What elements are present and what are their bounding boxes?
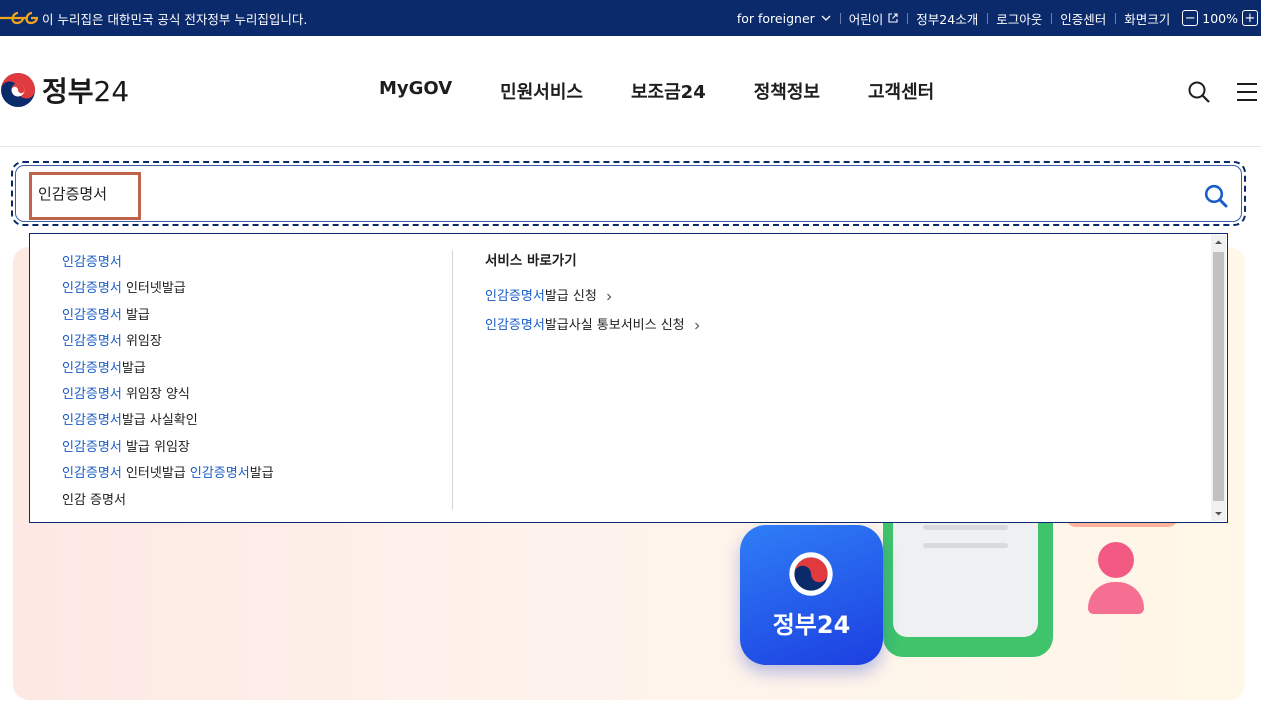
suggestion-item[interactable]: 인감증명서 위임장 양식 (62, 382, 274, 408)
suggestion-item[interactable]: 인감증명서 발급 (62, 303, 274, 329)
main-navigation: MyGOV 민원서비스 보조금24 정책정보 고객센터 (355, 78, 958, 104)
logo-text-korean: 정부 (42, 75, 94, 108)
gov-notice: 이 누리집은 대한민국 공식 전자정부 누리집입니다. (0, 0, 307, 36)
nav-policy-info[interactable]: 정책정보 (730, 78, 844, 104)
nav-mygov[interactable]: MyGOV (355, 78, 476, 104)
app-icon-label: 정부24 (772, 611, 851, 639)
zoom-out-button[interactable]: − (1182, 10, 1199, 26)
scroll-thumb[interactable] (1213, 252, 1224, 501)
external-link-icon (888, 13, 898, 23)
suggestion-rest: 발급 (121, 307, 150, 323)
suggestion-list: 인감증명서 인감증명서 인터넷발급 인감증명서 발급 인감증명서 위임장 인감증… (62, 250, 274, 514)
shortcut-item[interactable]: 인감증명서 발급 신청 (485, 282, 701, 311)
suggestion-keyword: 인감증명서 (62, 307, 122, 323)
suggestion-rest: 인감 증명서 (62, 492, 126, 508)
for-foreigner-label: for foreigner (736, 10, 815, 26)
shortcut-rest: 발급 신청 (544, 289, 597, 304)
scroll-up-arrow-icon[interactable] (1211, 235, 1226, 250)
suggestion-item[interactable]: 인감증명서 위임장 (62, 329, 274, 355)
search-box (15, 165, 1242, 222)
suggestion-rest: 위임장 (121, 334, 162, 350)
hamburger-menu-icon[interactable] (1236, 81, 1258, 103)
about-link[interactable]: 정부24소개 (907, 9, 987, 28)
nav-civil-service[interactable]: 민원서비스 (476, 78, 607, 104)
kids-link[interactable]: 어린이 (839, 9, 908, 28)
gov24-app-icon: 정부24 (740, 525, 883, 665)
dropdown-scrollbar[interactable] (1211, 235, 1226, 521)
person-illustration-head (1098, 542, 1134, 578)
site-header: 정부24 MyGOV 민원서비스 보조금24 정책정보 고객센터 (0, 36, 1261, 147)
person-illustration-body (1088, 582, 1144, 614)
autocomplete-dropdown: 인감증명서 인감증명서 인터넷발급 인감증명서 발급 인감증명서 위임장 인감증… (29, 233, 1228, 523)
e-government-logo-icon (0, 11, 38, 25)
suggestion-item[interactable]: 인감증명서발급 (62, 356, 274, 382)
suggestion-keyword: 인감증명서 (62, 255, 122, 270)
shortcut-keyword: 인감증명서 (485, 289, 545, 304)
suggestion-item[interactable]: 인감증명서발급 사실확인 (62, 408, 274, 434)
shortcut-keyword: 인감증명서 (485, 318, 545, 333)
suggestion-rest: 위임장 양식 (121, 386, 190, 402)
logo-text: 정부24 (42, 70, 129, 110)
column-divider (452, 250, 453, 510)
search-submit-icon[interactable] (1203, 183, 1229, 209)
cert-center-label: 인증센터 (1060, 11, 1107, 27)
gov-notice-text: 이 누리집은 대한민국 공식 전자정부 누리집입니다. (42, 11, 308, 27)
chevron-down-icon (821, 15, 831, 21)
suggestion-keyword: 인감증명서 (62, 281, 122, 297)
logout-link[interactable]: 로그아웃 (987, 9, 1051, 28)
shortcut-rest: 발급사실 통보서비스 신청 (544, 318, 685, 333)
suggestion-rest: 인터넷발급 (121, 466, 190, 482)
suggestion-item[interactable]: 인감증명서 발급 위임장 (62, 435, 274, 461)
taeguk-logo-icon (1, 73, 35, 107)
zoom-level: 100% (1202, 10, 1238, 26)
suggestion-item[interactable]: 인감증명서 인터넷발급 (62, 276, 274, 302)
logout-label: 로그아웃 (996, 11, 1043, 27)
suggestion-rest: 발급 (121, 360, 146, 376)
suggestion-rest: 발급 위임장 (121, 439, 190, 455)
search-box-focus-ring (11, 161, 1246, 226)
suggestion-rest: 발급 사실확인 (121, 413, 198, 429)
nav-customer-center[interactable]: 고객센터 (844, 78, 958, 104)
suggestion-keyword: 인감증명서 (62, 413, 122, 429)
cert-center-link[interactable]: 인증센터 (1051, 9, 1115, 28)
suggestion-item[interactable]: 인감증명서 인터넷발급 인감증명서발급 (62, 461, 274, 487)
kids-label: 어린이 (848, 11, 884, 27)
suggestion-keyword: 인감증명서 (189, 466, 250, 482)
chevron-right-icon (606, 293, 612, 300)
zoom-in-button[interactable]: + (1242, 10, 1258, 26)
logo-text-number: 24 (93, 75, 130, 108)
suggestion-rest: 인터넷발급 (121, 281, 186, 297)
taeguk-icon (789, 552, 833, 596)
suggestion-keyword: 인감증명서 (62, 386, 122, 402)
screen-size-label: 화면크기 (1124, 11, 1171, 27)
service-shortcuts: 서비스 바로가기 인감증명서 발급 신청 인감증명서 발급사실 통보서비스 신청 (485, 250, 701, 340)
suggestion-item[interactable]: 인감 증명서 (62, 488, 274, 514)
suggestion-item[interactable]: 인감증명서 (62, 250, 274, 276)
nav-subsidy24[interactable]: 보조금24 (607, 78, 730, 104)
utility-menu: for foreigner 어린이 정부24소개 로그아웃 인증센터 화면크기 … (728, 0, 1261, 36)
suggestion-keyword: 인감증명서 (62, 360, 122, 376)
gov24-logo[interactable]: 정부24 (0, 70, 129, 110)
suggestion-keyword: 인감증명서 (62, 439, 122, 455)
for-foreigner-link[interactable]: for foreigner (728, 11, 840, 26)
paper-line (923, 525, 1008, 530)
suggestion-keyword: 인감증명서 (62, 466, 122, 482)
paper-line (923, 543, 1008, 548)
chevron-right-icon (694, 322, 699, 329)
suggestion-keyword: 인감증명서 (62, 334, 122, 350)
service-shortcuts-title: 서비스 바로가기 (485, 253, 577, 269)
shortcut-item[interactable]: 인감증명서 발급사실 통보서비스 신청 (485, 311, 701, 340)
suggestion-rest: 발급 (249, 466, 274, 482)
search-icon[interactable] (1187, 80, 1211, 104)
about-label: 정부24소개 (916, 11, 979, 27)
government-notice-bar: 이 누리집은 대한민국 공식 전자정부 누리집입니다. for foreigne… (0, 0, 1261, 36)
scroll-down-arrow-icon[interactable] (1211, 506, 1226, 521)
screen-size-control: 화면크기 − 100% + (1115, 9, 1261, 28)
search-input[interactable] (38, 184, 1138, 202)
